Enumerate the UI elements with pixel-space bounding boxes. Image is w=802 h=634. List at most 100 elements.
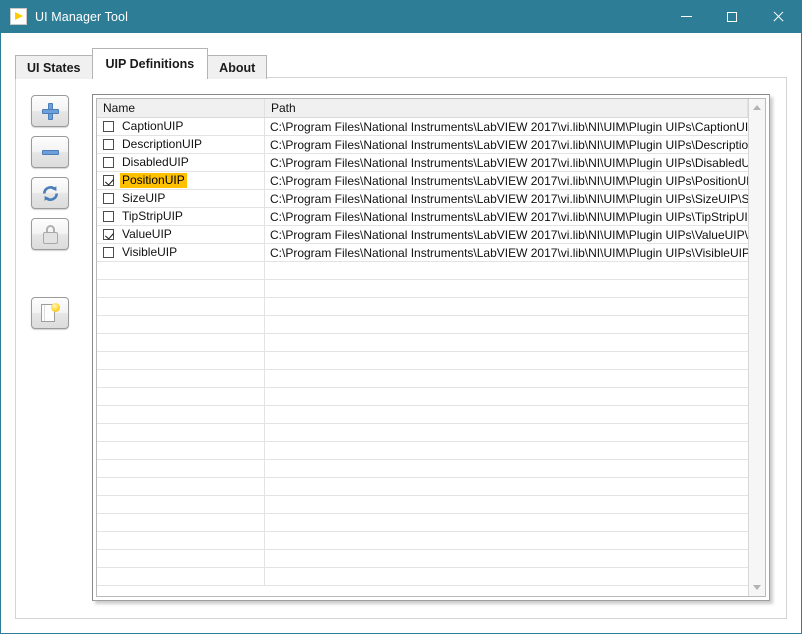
cell-name: CaptionUIP: [97, 118, 265, 135]
cell-name: DisabledUIP: [97, 154, 265, 171]
cell-name: VisibleUIP: [97, 244, 265, 261]
document-new-icon: [40, 303, 60, 323]
minimize-button[interactable]: [663, 0, 709, 33]
table-row-empty[interactable]: [97, 532, 748, 550]
refresh-button[interactable]: [31, 177, 69, 209]
scroll-up-arrow-icon: [753, 105, 761, 110]
labview-run-arrow-icon: [10, 8, 27, 25]
cell-path: [265, 424, 748, 441]
cell-name: [97, 334, 265, 351]
cell-path: C:\Program Files\National Instruments\La…: [265, 190, 748, 207]
cell-name: [97, 316, 265, 333]
table-row[interactable]: TipStripUIP C:\Program Files\National Ins…: [97, 208, 748, 226]
row-checkbox[interactable]: [103, 175, 114, 186]
scroll-down-arrow-icon: [753, 585, 761, 590]
list-body: Name Path CaptionUIPC:\Program Files\Nat…: [97, 99, 748, 596]
tab-about[interactable]: About: [207, 55, 267, 79]
cell-path: [265, 388, 748, 405]
table-row-empty[interactable]: [97, 460, 748, 478]
window-controls: [663, 0, 801, 33]
table-row[interactable]: PositionUIP C:\Program Files\National Ins…: [97, 172, 748, 190]
column-header-label: Name: [103, 101, 135, 115]
table-row-empty[interactable]: [97, 424, 748, 442]
close-icon: [772, 11, 784, 23]
tab-label: UIP Definitions: [106, 57, 195, 71]
table-row-empty[interactable]: [97, 334, 748, 352]
scroll-down-button[interactable]: [749, 579, 766, 596]
cell-path: [265, 370, 748, 387]
row-name-label: PositionUIP: [120, 173, 187, 188]
table-row-empty[interactable]: [97, 298, 748, 316]
row-checkbox[interactable]: [103, 139, 114, 150]
row-name-label: DescriptionUIP: [120, 137, 204, 152]
cell-path: [265, 460, 748, 477]
table-row[interactable]: SizeUIPC:\Program Files\National Instrum…: [97, 190, 748, 208]
minus-icon: [42, 150, 59, 155]
table-row-empty[interactable]: [97, 496, 748, 514]
table-row[interactable]: DescriptionUIP C:\Program Files\National …: [97, 136, 748, 154]
cell-name: [97, 424, 265, 441]
minimize-icon: [681, 16, 692, 17]
cell-path: [265, 478, 748, 495]
cell-path: C:\Program Files\National Instruments\La…: [265, 226, 748, 243]
cell-path: C:\Program Files\National Instruments\La…: [265, 172, 748, 189]
cell-name: [97, 406, 265, 423]
row-checkbox[interactable]: [103, 157, 114, 168]
cell-name: PositionUIP: [97, 172, 265, 189]
table-row-empty[interactable]: [97, 262, 748, 280]
row-checkbox[interactable]: [103, 229, 114, 240]
cell-path: C:\Program Files\National Instruments\La…: [265, 208, 748, 225]
column-header-label: Path: [271, 101, 296, 115]
table-row-empty[interactable]: [97, 406, 748, 424]
maximize-button[interactable]: [709, 0, 755, 33]
cell-path: C:\Program Files\National Instruments\La…: [265, 118, 748, 135]
add-button[interactable]: [31, 95, 69, 127]
row-checkbox[interactable]: [103, 247, 114, 258]
window-title: UI Manager Tool: [35, 10, 128, 24]
table-row-empty[interactable]: [97, 316, 748, 334]
vertical-scrollbar[interactable]: [748, 99, 765, 596]
plus-icon: [42, 103, 59, 120]
table-row[interactable]: DisabledUIPC:\Program Files\National Ins…: [97, 154, 748, 172]
cell-path: [265, 334, 748, 351]
cell-name: [97, 262, 265, 279]
table-row-empty[interactable]: [97, 352, 748, 370]
row-name-label: TipStripUIP: [120, 209, 185, 224]
toolbar: [31, 95, 71, 338]
column-header-name[interactable]: Name: [97, 99, 265, 117]
table-row[interactable]: VisibleUIPC:\Program Files\National Inst…: [97, 244, 748, 262]
new-doc-button[interactable]: [31, 297, 69, 329]
close-button[interactable]: [755, 0, 801, 33]
table-row[interactable]: ValueUIPC:\Program Files\National Instru…: [97, 226, 748, 244]
cell-name: [97, 460, 265, 477]
app-window: UI Manager Tool UI States UIP Definition…: [0, 0, 802, 634]
table-row-empty[interactable]: [97, 388, 748, 406]
table-row-empty[interactable]: [97, 568, 748, 586]
column-header-path[interactable]: Path: [265, 99, 748, 117]
cell-name: [97, 496, 265, 513]
table-row-empty[interactable]: [97, 280, 748, 298]
table-row-empty[interactable]: [97, 514, 748, 532]
tab-ui-states[interactable]: UI States: [15, 55, 93, 79]
client-area: UI States UIP Definitions About: [1, 33, 801, 633]
table-row-empty[interactable]: [97, 370, 748, 388]
table-row-empty[interactable]: [97, 442, 748, 460]
row-checkbox[interactable]: [103, 121, 114, 132]
tab-uip-definitions[interactable]: UIP Definitions: [92, 48, 209, 79]
row-checkbox[interactable]: [103, 211, 114, 222]
cell-name: SizeUIP: [97, 190, 265, 207]
tab-panel-uip-definitions: Name Path CaptionUIPC:\Program Files\Nat…: [15, 77, 787, 619]
table-row-empty[interactable]: [97, 550, 748, 568]
row-name-label: VisibleUIP: [120, 245, 179, 260]
cell-name: ValueUIP: [97, 226, 265, 243]
table-row-empty[interactable]: [97, 478, 748, 496]
remove-button[interactable]: [31, 136, 69, 168]
row-checkbox[interactable]: [103, 193, 114, 204]
cell-path: [265, 496, 748, 513]
cell-path: [265, 280, 748, 297]
cell-path: C:\Program Files\National Instruments\La…: [265, 136, 748, 153]
scroll-up-button[interactable]: [749, 99, 766, 116]
table-row[interactable]: CaptionUIPC:\Program Files\National Inst…: [97, 118, 748, 136]
lock-button[interactable]: [31, 218, 69, 250]
cell-name: [97, 298, 265, 315]
